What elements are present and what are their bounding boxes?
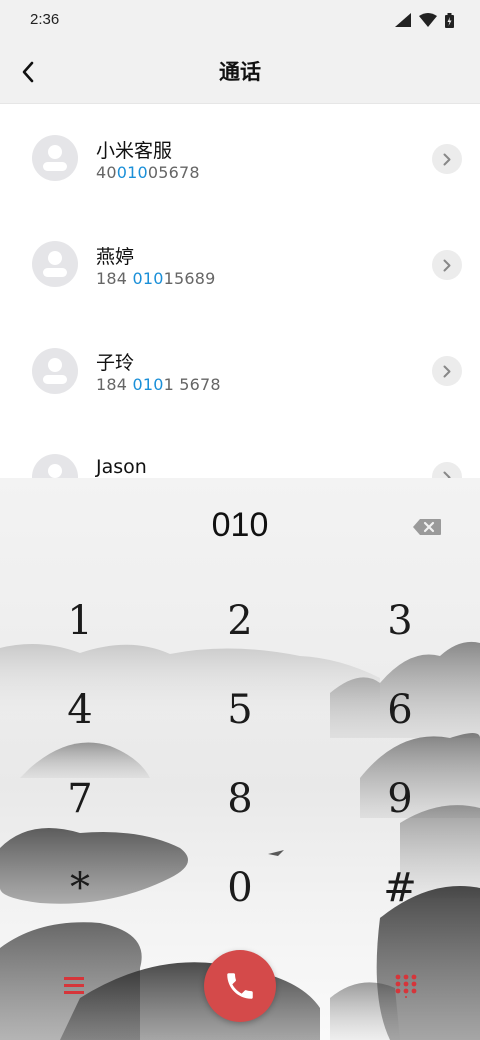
key-hash[interactable]: # xyxy=(345,853,455,923)
chevron-right-icon xyxy=(443,365,451,377)
contact-row-xiaomi-service[interactable]: 小米客服 4001005678 xyxy=(0,104,480,210)
call-button[interactable] xyxy=(204,950,276,1022)
contact-name: 小米客服 xyxy=(96,140,173,162)
key-star[interactable]: * xyxy=(25,853,135,923)
contact-name: 子玲 xyxy=(96,352,135,374)
backspace-button[interactable] xyxy=(412,518,442,536)
contact-number: 4001005678 xyxy=(96,163,200,182)
key-5[interactable]: 5 xyxy=(185,675,295,745)
contact-detail-button[interactable] xyxy=(432,144,462,174)
status-icons xyxy=(395,12,454,28)
contact-name: Jason xyxy=(96,456,147,478)
menu-button[interactable] xyxy=(56,972,92,1000)
chevron-right-icon xyxy=(443,471,451,478)
backspace-icon xyxy=(413,519,441,535)
contact-row-ziling[interactable]: 子玲 184 0101 5678 xyxy=(0,316,480,422)
contact-number: 184 01015689 xyxy=(96,269,216,288)
avatar xyxy=(32,135,78,181)
status-time: 2:36 xyxy=(30,11,60,28)
key-9[interactable]: 9 xyxy=(345,764,455,834)
dialpad-toggle-button[interactable] xyxy=(390,972,422,1000)
contact-row-jason[interactable]: Jason xyxy=(0,422,480,478)
contact-detail-button[interactable] xyxy=(432,250,462,280)
dialed-number[interactable]: 010 xyxy=(0,506,480,545)
contact-name: 燕婷 xyxy=(96,246,135,268)
avatar xyxy=(32,454,78,478)
menu-icon xyxy=(64,977,84,994)
chevron-right-icon xyxy=(443,259,451,271)
status-bar: 2:36 xyxy=(0,0,480,40)
signal-icon xyxy=(395,13,411,27)
key-4[interactable]: 4 xyxy=(25,675,135,745)
contact-detail-button[interactable] xyxy=(432,356,462,386)
dialpad-icon xyxy=(395,974,417,998)
key-3[interactable]: 3 xyxy=(345,586,455,656)
key-0[interactable]: 0 xyxy=(185,853,295,923)
key-6[interactable]: 6 xyxy=(345,675,455,745)
battery-icon xyxy=(445,12,454,28)
contact-row-yanting[interactable]: 燕婷 184 01015689 xyxy=(0,210,480,316)
dialer-panel: 010 1 2 3 4 5 6 7 8 9 * 0 # xyxy=(0,478,480,1040)
chevron-right-icon xyxy=(443,153,451,165)
contact-number: 184 0101 5678 xyxy=(96,375,221,394)
wifi-icon xyxy=(419,13,437,27)
phone-icon xyxy=(227,973,253,999)
key-7[interactable]: 7 xyxy=(25,764,135,834)
key-8[interactable]: 8 xyxy=(185,764,295,834)
avatar xyxy=(32,241,78,287)
avatar xyxy=(32,348,78,394)
header: 通话 xyxy=(0,40,480,104)
key-1[interactable]: 1 xyxy=(25,586,135,656)
contact-detail-button[interactable] xyxy=(432,462,462,478)
page-title: 通话 xyxy=(219,60,261,84)
contact-list: 小米客服 4001005678 燕婷 184 01015689 子玲 184 0… xyxy=(0,104,480,478)
key-2[interactable]: 2 xyxy=(185,586,295,656)
